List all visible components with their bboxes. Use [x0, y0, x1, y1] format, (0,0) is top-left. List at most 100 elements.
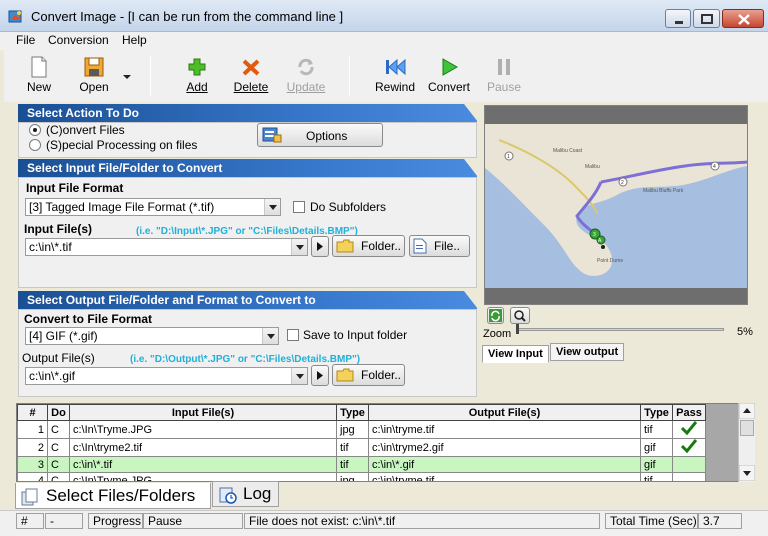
tab-log[interactable]: Log: [212, 481, 279, 507]
new-button[interactable]: New: [22, 52, 56, 98]
grid-scrollbar[interactable]: [738, 403, 755, 482]
table-row[interactable]: 3 Cc:\in\*.tif tif c:\in\*.gif gif: [17, 456, 706, 473]
refresh-preview-button[interactable]: [487, 307, 504, 324]
files-grid[interactable]: # Do Input File(s) Type Output File(s) T…: [16, 403, 755, 482]
open-button[interactable]: Open: [76, 52, 112, 98]
cell-type-in[interactable]: tif: [336, 456, 369, 473]
do-subfolders-label[interactable]: Do Subfolders: [310, 200, 386, 214]
play-small-icon: [317, 242, 323, 251]
cell-output[interactable]: c:\in\tryme.tif: [368, 472, 641, 481]
tab-select-files-folders[interactable]: Select Files/Folders: [15, 483, 211, 509]
update-button[interactable]: Update: [285, 52, 327, 98]
cell-do[interactable]: C: [47, 438, 70, 457]
convert-files-label[interactable]: (C)onvert Files: [46, 123, 125, 137]
scroll-thumb[interactable]: [740, 420, 754, 436]
close-button[interactable]: [722, 9, 764, 28]
options-button[interactable]: Options: [257, 123, 383, 147]
menu-file[interactable]: File: [16, 33, 35, 47]
input-format-select[interactable]: [3] Tagged Image File Format (*.tif): [25, 198, 281, 216]
cell-number[interactable]: 1: [17, 420, 48, 439]
col-header-number[interactable]: #: [17, 404, 48, 421]
action-section-header: Select Action To Do: [18, 104, 478, 122]
output-format-select[interactable]: [4] GIF (*.gif): [25, 327, 279, 345]
cell-output[interactable]: c:\in\tryme2.gif: [368, 438, 641, 457]
tab-view-output[interactable]: View output: [550, 343, 625, 361]
cell-pass[interactable]: [672, 438, 706, 457]
tab-view-input[interactable]: View Input: [482, 345, 549, 363]
menu-help[interactable]: Help: [122, 33, 147, 47]
col-header-pass[interactable]: Pass: [672, 404, 706, 421]
delete-x-icon: [242, 59, 260, 76]
input-files-field[interactable]: c:\in\*.tif: [25, 238, 308, 256]
add-button[interactable]: Add: [182, 52, 212, 98]
table-row[interactable]: 2 Cc:\In\tryme2.tif tif c:\in\tryme2.gif gif: [17, 438, 706, 457]
special-processing-label[interactable]: (S)pecial Processing on files: [46, 138, 197, 152]
save-to-input-checkbox[interactable]: [287, 329, 299, 341]
cell-input[interactable]: c:\in\*.tif: [69, 456, 337, 473]
maximize-button[interactable]: [693, 9, 720, 28]
cell-number[interactable]: 4: [17, 472, 48, 481]
delete-button[interactable]: Delete: [232, 52, 270, 98]
play-small-icon: [317, 371, 323, 380]
cell-type-out[interactable]: gif: [640, 438, 673, 457]
zoom-slider-track[interactable]: [516, 328, 724, 331]
pause-button[interactable]: Pause: [487, 52, 521, 98]
table-row[interactable]: 1 Cc:\In\Tryme.JPG jpg c:\in\tryme.tif tif: [17, 420, 706, 439]
cell-type-out[interactable]: gif: [640, 456, 673, 473]
cell-input[interactable]: c:\In\tryme2.tif: [69, 438, 337, 457]
cell-type-in[interactable]: jpg: [336, 420, 369, 439]
col-header-type-in[interactable]: Type: [336, 404, 369, 421]
cell-pass[interactable]: [672, 420, 706, 439]
cell-do[interactable]: C: [47, 420, 70, 439]
cell-type-in[interactable]: jpg: [336, 472, 369, 481]
col-header-do[interactable]: Do: [47, 404, 70, 421]
col-header-input[interactable]: Input File(s): [69, 404, 337, 421]
cell-input[interactable]: c:\In\Tryme.JPG: [69, 472, 337, 481]
input-file-button[interactable]: File..: [409, 235, 470, 257]
input-folder-button[interactable]: Folder..: [332, 235, 405, 257]
convert-button[interactable]: Convert: [427, 52, 471, 98]
output-files-field[interactable]: c:\in\*.gif: [25, 367, 308, 385]
cell-output[interactable]: c:\in\*.gif: [368, 456, 641, 473]
cell-type-out[interactable]: tif: [640, 420, 673, 439]
cell-number[interactable]: 3: [17, 456, 48, 473]
scroll-up-icon[interactable]: [739, 403, 755, 419]
cell-do[interactable]: C: [47, 472, 70, 481]
chevron-down-icon[interactable]: [291, 368, 307, 384]
output-folder-button[interactable]: Folder..: [332, 364, 405, 386]
scroll-down-icon[interactable]: [739, 465, 755, 481]
menu-bar: [0, 32, 768, 50]
convert-files-radio[interactable]: [29, 124, 41, 136]
chevron-down-icon[interactable]: [264, 199, 280, 215]
chevron-down-icon[interactable]: [262, 328, 278, 344]
cell-pass[interactable]: [672, 472, 706, 481]
col-header-type-out[interactable]: Type: [640, 404, 673, 421]
zoom-value: 5%: [737, 326, 753, 338]
input-run-arrow-button[interactable]: [311, 236, 329, 257]
new-file-icon: [31, 56, 47, 78]
cell-do[interactable]: C: [47, 456, 70, 473]
cell-output[interactable]: c:\in\tryme.tif: [368, 420, 641, 439]
image-preview[interactable]: Malibu Coast Malibu Bluffs Park Point Du…: [484, 105, 748, 305]
output-run-arrow-button[interactable]: [311, 365, 329, 386]
minimize-button[interactable]: [665, 9, 691, 28]
rewind-button[interactable]: Rewind: [373, 52, 417, 98]
zoom-slider-thumb[interactable]: [516, 324, 519, 334]
table-row[interactable]: 4 Cc:\In\Tryme.JPG jpg c:\in\tryme.tif tif: [17, 472, 706, 481]
status-dash: -: [45, 513, 83, 529]
menu-conversion[interactable]: Conversion: [48, 33, 109, 47]
cell-type-in[interactable]: tif: [336, 438, 369, 457]
open-dropdown-chevron-down-icon[interactable]: [122, 71, 132, 81]
special-processing-radio[interactable]: [29, 139, 41, 151]
save-to-input-label[interactable]: Save to Input folder: [303, 328, 407, 342]
cell-input[interactable]: c:\In\Tryme.JPG: [69, 420, 337, 439]
chevron-down-icon[interactable]: [291, 239, 307, 255]
floppy-disk-icon: [84, 57, 104, 77]
cell-number[interactable]: 2: [17, 438, 48, 457]
do-subfolders-checkbox[interactable]: [293, 201, 305, 213]
zoom-button[interactable]: [510, 307, 530, 324]
map-marker-label: 2: [621, 180, 624, 186]
cell-type-out[interactable]: tif: [640, 472, 673, 481]
col-header-output[interactable]: Output File(s): [368, 404, 641, 421]
cell-pass[interactable]: [672, 456, 706, 473]
